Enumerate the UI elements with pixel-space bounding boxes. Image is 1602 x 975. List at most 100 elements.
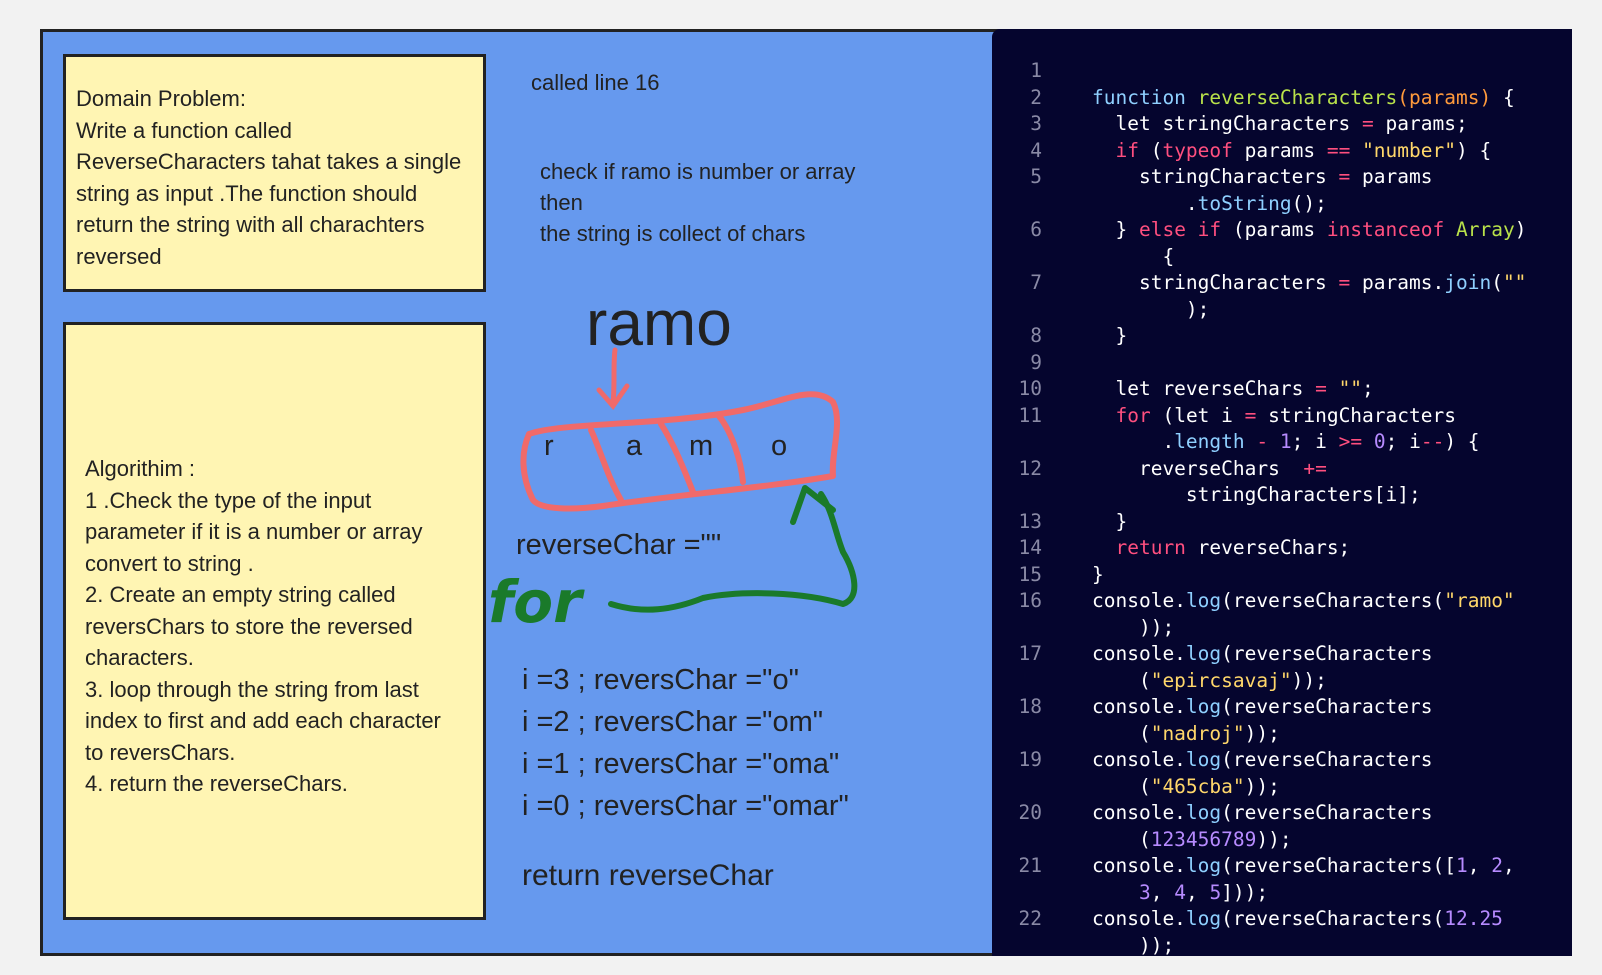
code-token: ,: [1502, 854, 1515, 877]
code-token: "number": [1362, 138, 1456, 162]
code-token: ));: [1092, 615, 1175, 639]
code-line: reverseChars +=: [1092, 457, 1327, 480]
code-token: --: [1420, 430, 1445, 453]
code-token: ) {: [1455, 138, 1492, 162]
code-token: stringCharacters: [1256, 403, 1456, 427]
code-token: console.: [1092, 854, 1186, 877]
code-token: "": [1338, 377, 1363, 400]
code-token: Array: [1455, 218, 1515, 241]
code-line: ("465cba"));: [1092, 775, 1280, 798]
code-token: (: [1138, 138, 1163, 162]
code-line: 3, 4, 5]));: [1092, 881, 1268, 904]
code-token: 2: [1491, 854, 1503, 877]
code-token: ==: [1326, 138, 1351, 162]
code-token: ));: [1291, 668, 1327, 692]
code-token: instanceof: [1326, 218, 1445, 241]
word-pointer-arrow: [596, 347, 630, 411]
iteration-step: i =2 ; reversChar ="om": [522, 706, 824, 738]
code-line: console.log(reverseCharacters([1, 2,: [1092, 854, 1515, 877]
code-editor-panel: 1 2 function reverseCharacters(params) {3 …: [992, 29, 1572, 956]
code-token: "epircsavaj": [1150, 668, 1292, 692]
code-token: join: [1444, 271, 1492, 294]
code-token: function: [1092, 85, 1198, 109]
code-line: (123456789));: [1092, 828, 1292, 851]
code-token: console.: [1092, 642, 1186, 665]
code-token: log: [1185, 907, 1222, 930]
code-token: (reverseCharacters(: [1221, 589, 1445, 612]
code-token: console: [1092, 589, 1175, 612]
line-number: 4: [1030, 138, 1042, 162]
code-token: }: [1092, 509, 1128, 533]
code-line: } else if (params instanceof Array): [1092, 218, 1526, 241]
code-token: (: [1397, 85, 1410, 109]
code-token: >=: [1338, 430, 1363, 453]
code-line: for (let i = stringCharacters: [1092, 404, 1456, 427]
line-number: 17: [1018, 642, 1042, 665]
code-line: console.log(reverseCharacters: [1092, 801, 1432, 824]
code-token: ();: [1291, 191, 1327, 215]
char-cell: o: [771, 430, 788, 462]
code-token: params: [1409, 85, 1480, 109]
code-token: return: [1115, 536, 1186, 559]
line-number: 7: [1030, 271, 1042, 294]
code-token: "465cba": [1150, 774, 1245, 798]
code-token: ]));: [1221, 880, 1269, 904]
code-line: stringCharacters[i];: [1092, 483, 1421, 506]
code-token: (let i: [1150, 403, 1245, 427]
line-number: 12: [1018, 456, 1042, 480]
code-token: "nadroj": [1150, 721, 1245, 745]
line-number: 3: [1030, 112, 1042, 135]
code-line: stringCharacters = params.join("": [1092, 271, 1526, 294]
code-token: log: [1185, 642, 1222, 665]
line-number: 22: [1018, 907, 1042, 930]
code-token: ): [1514, 218, 1527, 241]
line-number: 11: [1018, 403, 1042, 427]
code-token: reverseChars;: [1185, 536, 1351, 559]
code-token: for: [1115, 403, 1151, 427]
code-token: .: [1174, 589, 1186, 612]
code-token: stringCharacters: [1092, 165, 1339, 188]
code-token: stringCharacters[i];: [1092, 483, 1421, 506]
code-token: (: [1092, 668, 1151, 692]
code-token: (: [1092, 774, 1151, 798]
code-token: log: [1185, 589, 1222, 612]
code-line: console.log(reverseCharacters("ramo": [1092, 589, 1515, 612]
code-line: ("nadroj"));: [1092, 722, 1280, 745]
code-token: (reverseCharacters(: [1221, 907, 1445, 930]
code-token: -: [1256, 430, 1269, 453]
code-token: 4: [1174, 880, 1186, 904]
code-token: log: [1185, 854, 1222, 877]
code-token: ));: [1256, 827, 1292, 851]
code-token: ): [1479, 85, 1492, 109]
code-token: );: [1092, 297, 1210, 321]
line-number: 16: [1018, 589, 1042, 612]
code-token: 123456789: [1150, 827, 1257, 851]
code-line: if (typeof params == "number") {: [1092, 139, 1491, 162]
code-token: (: [1491, 271, 1503, 294]
code-token: params: [1350, 165, 1433, 188]
code-token: (params: [1221, 218, 1327, 241]
code-line: );: [1092, 297, 1210, 321]
code-token: =: [1244, 403, 1257, 427]
code-token: =: [1315, 377, 1327, 400]
code-line: let reverseChars = "";: [1092, 377, 1373, 400]
code-token: (reverseCharacters: [1221, 642, 1433, 665]
code-token: console.: [1092, 748, 1186, 771]
code-token: typeof: [1162, 138, 1233, 162]
code-token: let stringCharacters: [1092, 112, 1363, 135]
line-number: 5: [1030, 165, 1042, 188]
code-token: if: [1115, 138, 1139, 162]
line-number: 20: [1018, 801, 1042, 824]
code-line: console.log(reverseCharacters: [1092, 695, 1432, 718]
line-number: 2: [1030, 85, 1042, 109]
return-label: return reverseChar: [522, 859, 774, 892]
code-token: 3: [1138, 880, 1151, 904]
code-line: }: [1092, 324, 1127, 347]
code-token: .: [1092, 430, 1175, 453]
